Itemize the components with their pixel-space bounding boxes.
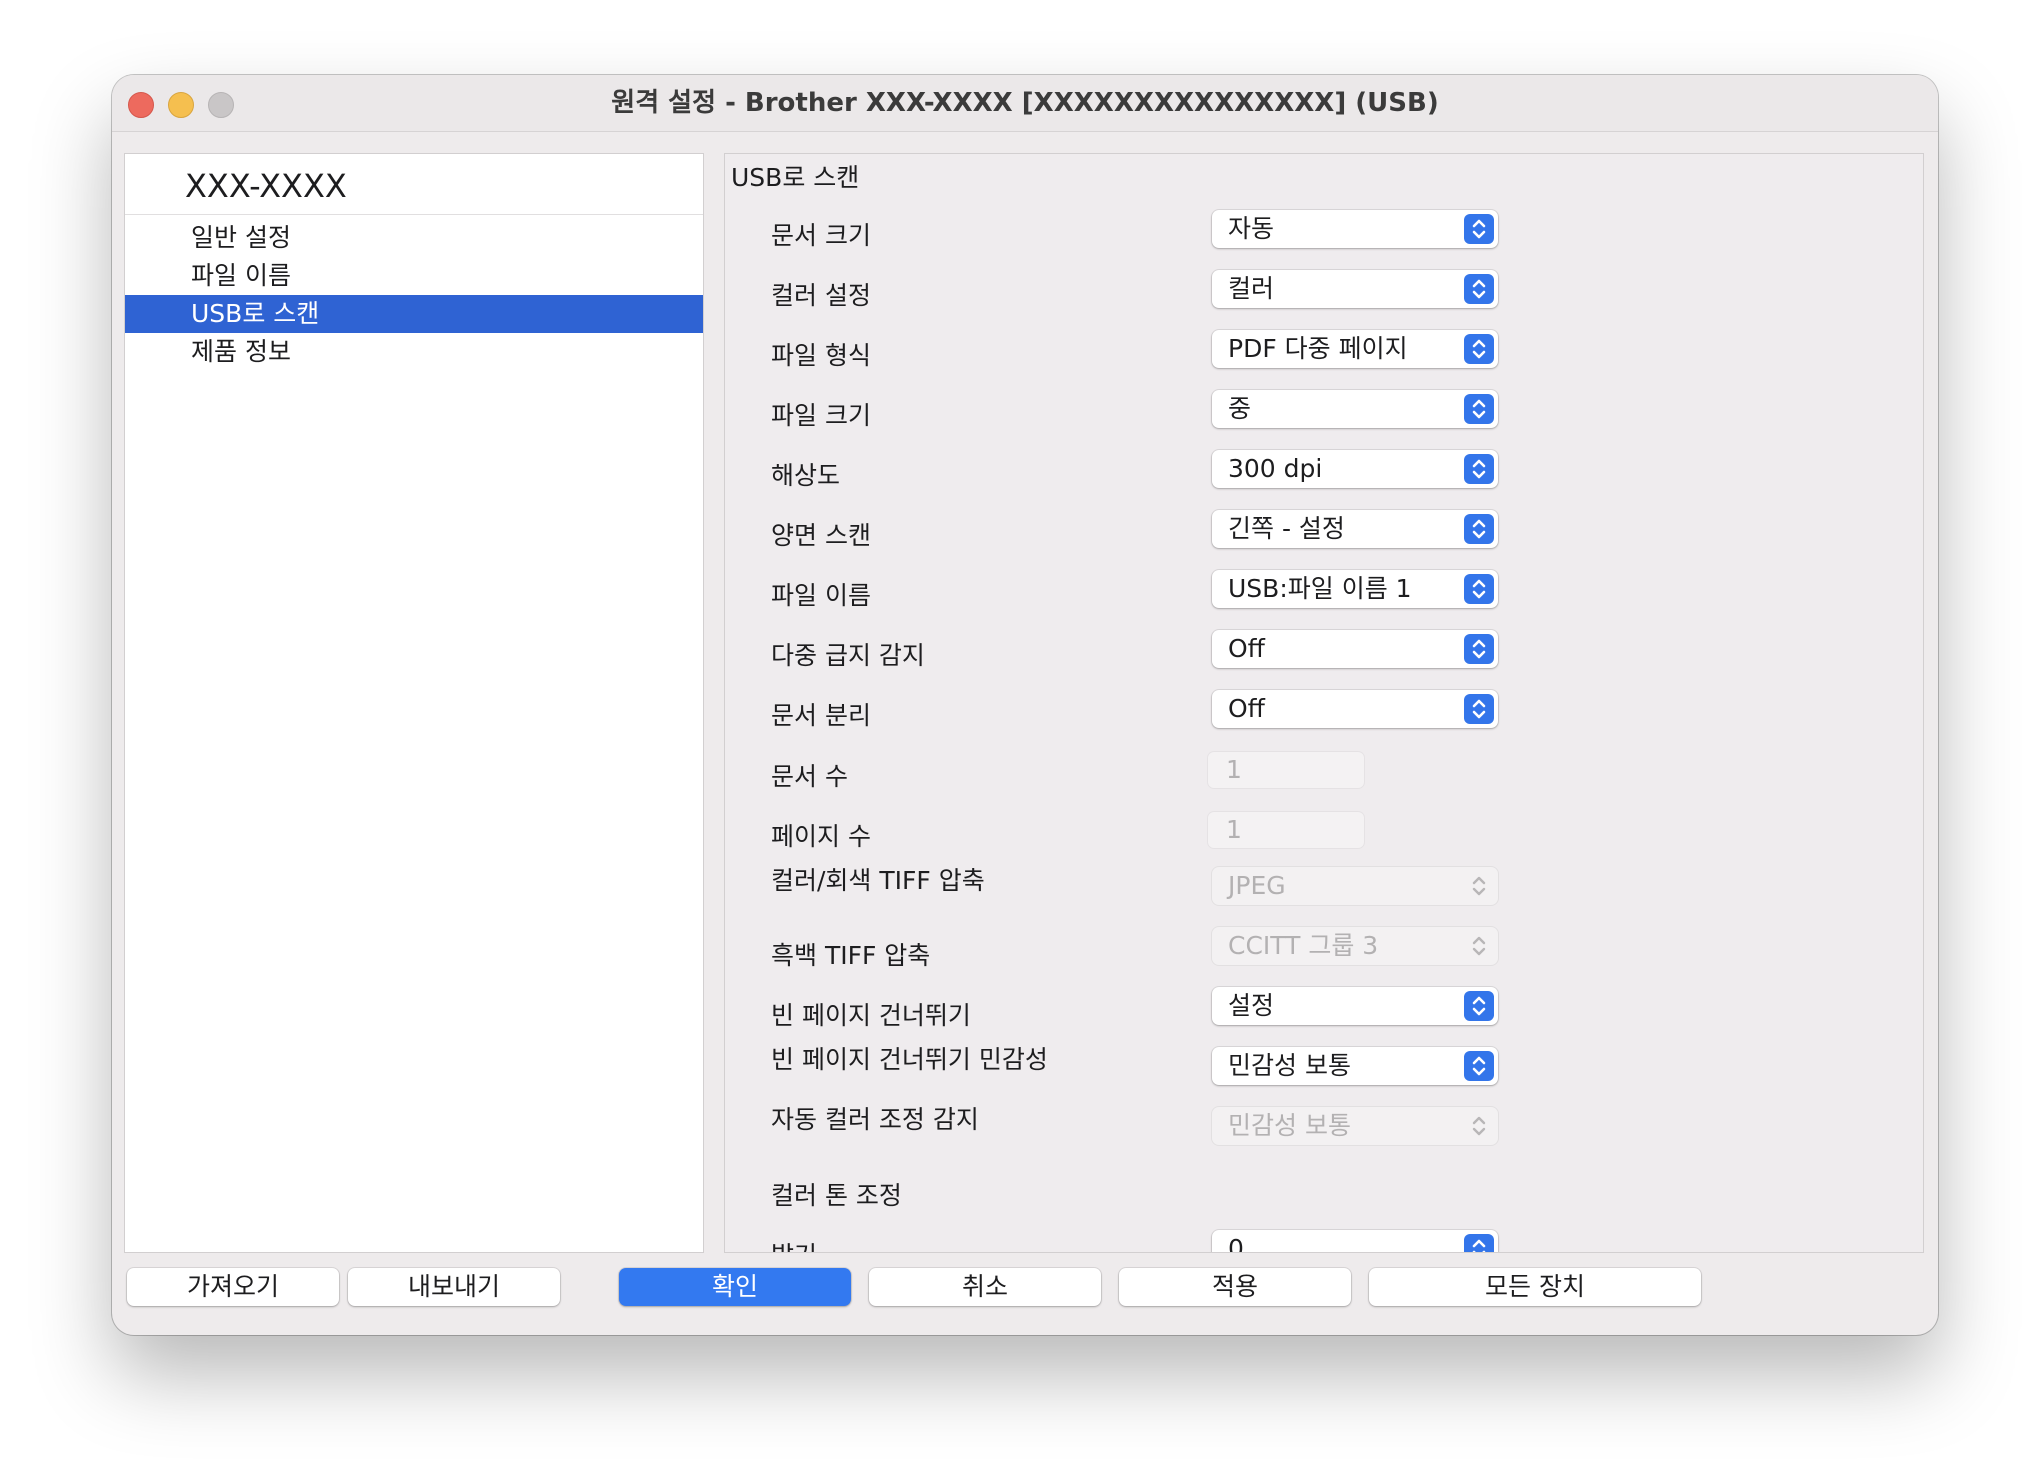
file-size-label: 파일 크기 [771,401,871,430]
page-count-value: 1 [1226,815,1242,844]
color-setting-value: 컬러 [1228,274,1275,303]
bw-tiff-compression-label: 흑백 TIFF 압축 [771,941,931,970]
stepper-chevron-icon [1464,274,1494,304]
sidebar: XXX-XXXX 일반 설정 파일 이름 USB로 스캔 제품 정보 [124,153,704,1253]
resolution-label: 해상도 [771,461,841,490]
color-tiff-compression-value: JPEG [1228,871,1286,900]
import-button[interactable]: 가져오기 [127,1268,339,1306]
ok-button[interactable]: 확인 [619,1268,851,1306]
auto-color-detect-value: 민감성 보통 [1228,1111,1351,1140]
stepper-chevron-icon [1464,1051,1494,1081]
skip-blank-page-select[interactable]: 설정 [1212,987,1498,1025]
resolution-value: 300 dpi [1228,454,1323,483]
skip-blank-page-value: 설정 [1228,991,1275,1020]
skip-blank-sensitivity-value: 민감성 보통 [1228,1051,1351,1080]
duplex-scan-value: 긴쪽 - 설정 [1228,514,1345,543]
brightness-value: 0 [1228,1234,1244,1253]
doc-separation-label: 문서 분리 [771,701,871,730]
skip-blank-page-label: 빈 페이지 건너뛰기 [771,1001,971,1030]
skip-blank-sensitivity-label: 빈 페이지 건너뛰기 민감성 [771,1045,1048,1074]
bw-tiff-compression-select: CCITT 그룹 3 [1212,927,1498,965]
stepper-chevron-icon [1464,871,1494,901]
stepper-chevron-icon [1464,1111,1494,1141]
panel-title: USB로 스캔 [731,163,860,192]
file-type-select[interactable]: PDF 다중 페이지 [1212,330,1498,368]
export-button[interactable]: 내보내기 [348,1268,560,1306]
color-tiff-compression-select: JPEG [1212,867,1498,905]
window-title: 원격 설정 - Brother XXX-XXXX [XXXXXXXXXXXXXX… [611,88,1439,118]
multifeed-detect-select[interactable]: Off [1212,630,1498,668]
all-devices-button[interactable]: 모든 장치 [1369,1268,1701,1306]
stepper-chevron-icon [1464,394,1494,424]
file-size-value: 중 [1228,394,1252,423]
doc-count-value: 1 [1226,755,1242,784]
resolution-select[interactable]: 300 dpi [1212,450,1498,488]
page-count-field: 1 [1208,812,1364,848]
doc-size-value: 자동 [1228,214,1275,243]
file-name-value: USB:파일 이름 1 [1228,574,1412,603]
color-setting-label: 컬러 설정 [771,281,871,310]
file-size-select[interactable]: 중 [1212,390,1498,428]
stepper-chevron-icon [1464,334,1494,364]
file-name-label: 파일 이름 [771,581,871,610]
sidebar-device-name: XXX-XXXX [125,154,703,215]
stepper-chevron-icon [1464,1234,1494,1252]
bw-tiff-compression-value: CCITT 그룹 3 [1228,931,1379,960]
file-type-value: PDF 다중 페이지 [1228,334,1408,363]
stepper-chevron-icon [1464,454,1494,484]
multifeed-detect-label: 다중 급지 감지 [771,641,925,670]
stepper-chevron-icon [1464,634,1494,664]
doc-separation-select[interactable]: Off [1212,690,1498,728]
stepper-chevron-icon [1464,694,1494,724]
sidebar-list: 일반 설정 파일 이름 USB로 스캔 제품 정보 [125,215,703,371]
skip-blank-sensitivity-select[interactable]: 민감성 보통 [1212,1047,1498,1085]
color-setting-select[interactable]: 컬러 [1212,270,1498,308]
auto-color-detect-label: 자동 컬러 조정 감지 [771,1105,979,1134]
sidebar-item-product-info[interactable]: 제품 정보 [125,333,703,371]
remote-setup-window: 원격 설정 - Brother XXX-XXXX [XXXXXXXXXXXXXX… [112,75,1938,1335]
file-name-select[interactable]: USB:파일 이름 1 [1212,570,1498,608]
duplex-scan-select[interactable]: 긴쪽 - 설정 [1212,510,1498,548]
stepper-chevron-icon [1464,214,1494,244]
brightness-label: 밝기 [771,1236,817,1252]
sidebar-item-file-name[interactable]: 파일 이름 [125,257,703,295]
stepper-chevron-icon [1464,991,1494,1021]
sidebar-item-general-settings[interactable]: 일반 설정 [125,219,703,257]
page-count-label: 페이지 수 [771,822,871,851]
doc-count-label: 문서 수 [771,762,848,791]
apply-button[interactable]: 적용 [1119,1268,1351,1306]
doc-size-label: 문서 크기 [771,221,871,250]
cancel-button[interactable]: 취소 [869,1268,1101,1306]
title-bar: 원격 설정 - Brother XXX-XXXX [XXXXXXXXXXXXXX… [112,75,1938,132]
stepper-chevron-icon [1464,514,1494,544]
file-type-label: 파일 형식 [771,341,871,370]
doc-size-select[interactable]: 자동 [1212,210,1498,248]
doc-separation-value: Off [1228,694,1265,723]
color-tiff-compression-label: 컬러/회색 TIFF 압축 [771,866,985,895]
multifeed-detect-value: Off [1228,634,1265,663]
doc-count-field: 1 [1208,752,1364,788]
stepper-chevron-icon [1464,574,1494,604]
color-tone-label: 컬러 톤 조정 [771,1181,902,1210]
stepper-chevron-icon [1464,931,1494,961]
settings-panel: USB로 스캔 문서 크기 자동 컬러 설정 컬러 파일 형식 PDF 다중 페… [724,153,1924,1253]
auto-color-detect-select: 민감성 보통 [1212,1107,1498,1145]
brightness-select[interactable]: 0 [1212,1230,1498,1253]
sidebar-item-scan-to-usb[interactable]: USB로 스캔 [125,295,703,333]
duplex-scan-label: 양면 스캔 [771,521,871,550]
